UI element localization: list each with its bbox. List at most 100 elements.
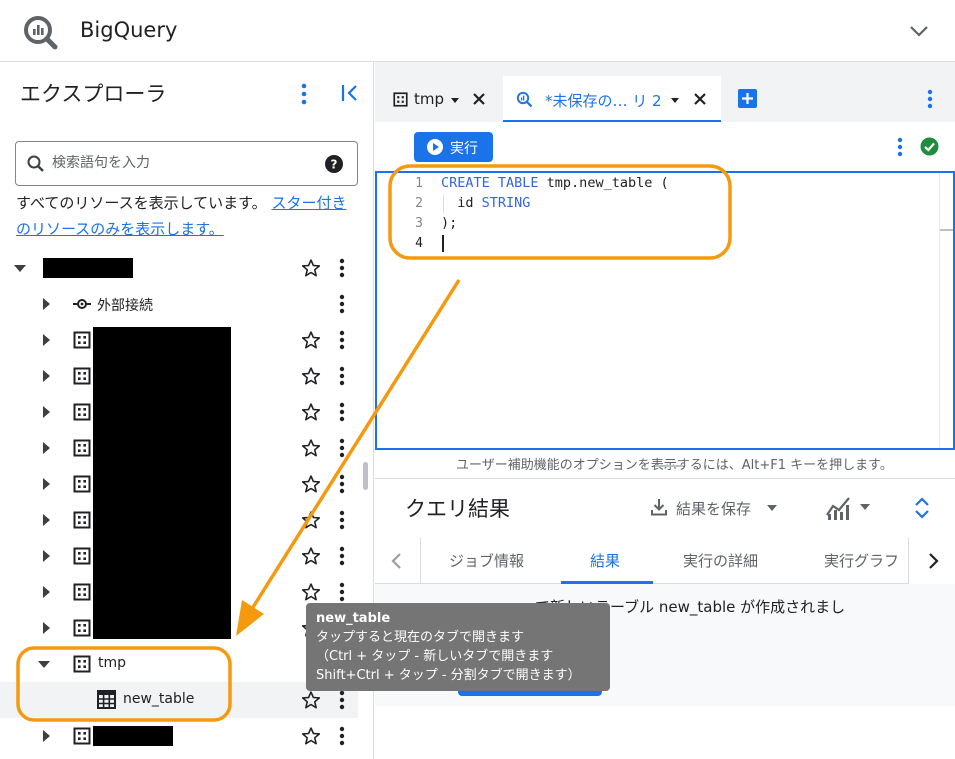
star-icon[interactable] — [301, 546, 321, 566]
table-tooltip: new_table タップすると現在のタブで開きます （Ctrl + タップ -… — [306, 603, 610, 691]
tab-job-info[interactable]: ジョブ情報 — [449, 550, 524, 571]
kebab-icon[interactable] — [336, 726, 348, 746]
caret-down-icon[interactable] — [38, 661, 50, 668]
table-icon — [393, 92, 408, 107]
tab-execution-graph[interactable]: 実行グラフ — [824, 550, 899, 571]
caret-down-icon[interactable] — [14, 265, 26, 272]
kebab-icon[interactable] — [336, 294, 348, 314]
download-icon — [651, 498, 667, 516]
dataset-icon — [73, 511, 91, 529]
kebab-icon[interactable] — [336, 330, 348, 350]
editor-tab-bar: tmp *未保存の… リ 2 — [375, 62, 955, 122]
close-icon[interactable] — [472, 92, 486, 106]
tooltip-line: タップすると現在のタブで開きます — [316, 630, 525, 645]
scroll-marker — [940, 229, 953, 231]
sql-editor[interactable]: 1 2 3 4 CREATE TABLE tmp.new_table ( id … — [375, 171, 955, 450]
search-input[interactable] — [52, 152, 322, 174]
tab-label: tmp — [414, 90, 445, 108]
help-icon[interactable]: ? — [324, 154, 344, 174]
dataset-icon — [73, 475, 91, 493]
caret-right-icon[interactable] — [43, 334, 50, 346]
close-icon[interactable] — [693, 92, 707, 106]
dataset-icon — [73, 439, 91, 457]
tooltip-title: new_table — [316, 611, 391, 626]
caret-right-icon[interactable] — [43, 586, 50, 598]
table-row-new-table[interactable]: new_table — [0, 682, 358, 718]
star-icon[interactable] — [301, 330, 321, 350]
line-number: 4 — [415, 236, 423, 251]
kebab-icon[interactable] — [336, 474, 348, 494]
caret-down-icon[interactable] — [671, 98, 679, 103]
caret-right-icon[interactable] — [43, 406, 50, 418]
play-icon — [426, 138, 444, 156]
app-title: BigQuery — [80, 18, 178, 42]
star-icon[interactable] — [301, 726, 321, 746]
kebab-icon[interactable] — [894, 137, 906, 157]
kebab-icon[interactable] — [336, 510, 348, 530]
expand-icon[interactable] — [914, 496, 930, 520]
results-tab-bar: ジョブ情報 結果 実行の詳細 実行グラフ — [375, 538, 955, 584]
dataset-row[interactable] — [0, 718, 358, 754]
kebab-icon[interactable] — [336, 366, 348, 386]
dataset-icon — [73, 655, 91, 673]
tab-results[interactable]: 結果 — [590, 550, 620, 571]
kebab-icon[interactable] — [296, 82, 312, 106]
star-icon[interactable] — [301, 582, 321, 602]
explorer-title: エクスプローラ — [20, 82, 167, 106]
accessibility-hint: ユーザー補助機能のオプションを表示するには、Alt+F1 キーを押します。 — [456, 458, 893, 473]
table-icon — [97, 690, 116, 709]
chevron-right-icon[interactable] — [926, 552, 940, 570]
chevron-left-icon[interactable] — [390, 552, 404, 570]
kebab-icon[interactable] — [336, 546, 348, 566]
star-icon[interactable] — [301, 690, 321, 710]
caret-right-icon[interactable] — [43, 514, 50, 526]
external-connections-label: 外部接続 — [97, 298, 153, 314]
kebab-icon[interactable] — [336, 258, 348, 278]
caret-right-icon[interactable] — [43, 622, 50, 634]
kebab-icon[interactable] — [336, 402, 348, 422]
caret-down-icon[interactable] — [860, 504, 870, 510]
star-icon[interactable] — [301, 366, 321, 386]
dataset-row-tmp[interactable]: tmp — [0, 646, 358, 682]
tab-tmp[interactable]: tmp — [383, 76, 499, 122]
external-connections-row[interactable]: 外部接続 — [0, 286, 358, 322]
caret-down-icon[interactable] — [451, 98, 459, 103]
dataset-icon — [73, 727, 91, 745]
svg-text:?: ? — [331, 158, 338, 172]
line-gutter — [377, 173, 441, 448]
star-icon[interactable] — [301, 510, 321, 530]
resize-handle[interactable] — [655, 465, 683, 467]
editor-scrollbar[interactable] — [939, 173, 953, 448]
collapse-panel-icon[interactable] — [339, 82, 361, 104]
code-line-3: ); — [441, 215, 457, 231]
dataset-icon — [73, 547, 91, 565]
code-text: id — [441, 195, 482, 211]
caret-right-icon[interactable] — [43, 730, 50, 742]
top-bar: BigQuery — [0, 0, 955, 62]
star-icon[interactable] — [301, 402, 321, 422]
explorer-scrollbar[interactable] — [363, 462, 368, 490]
save-results-label: 結果を保存 — [676, 500, 752, 518]
kebab-icon[interactable] — [336, 438, 348, 458]
star-icon[interactable] — [301, 438, 321, 458]
caret-right-icon[interactable] — [43, 370, 50, 382]
kebab-icon[interactable] — [336, 582, 348, 602]
chevron-down-icon[interactable] — [908, 20, 930, 42]
caret-right-icon[interactable] — [43, 478, 50, 490]
tab-unsaved-query[interactable]: *未保存の… リ 2 — [503, 76, 721, 122]
redacted-project-name — [43, 258, 133, 278]
caret-right-icon[interactable] — [43, 550, 50, 562]
caret-right-icon[interactable] — [43, 442, 50, 454]
star-icon[interactable] — [301, 474, 321, 494]
project-row[interactable] — [0, 250, 358, 286]
tab-execution-details[interactable]: 実行の詳細 — [683, 550, 758, 571]
caret-down-icon[interactable] — [767, 505, 777, 511]
search-box[interactable]: ? — [15, 141, 358, 186]
caret-right-icon[interactable] — [43, 298, 50, 310]
star-icon[interactable] — [301, 258, 321, 278]
kebab-icon[interactable] — [336, 690, 348, 710]
add-tab-icon[interactable] — [738, 89, 757, 108]
run-button[interactable]: 実行 — [414, 132, 493, 162]
chart-icon[interactable] — [825, 495, 853, 521]
kebab-icon[interactable] — [924, 89, 936, 109]
